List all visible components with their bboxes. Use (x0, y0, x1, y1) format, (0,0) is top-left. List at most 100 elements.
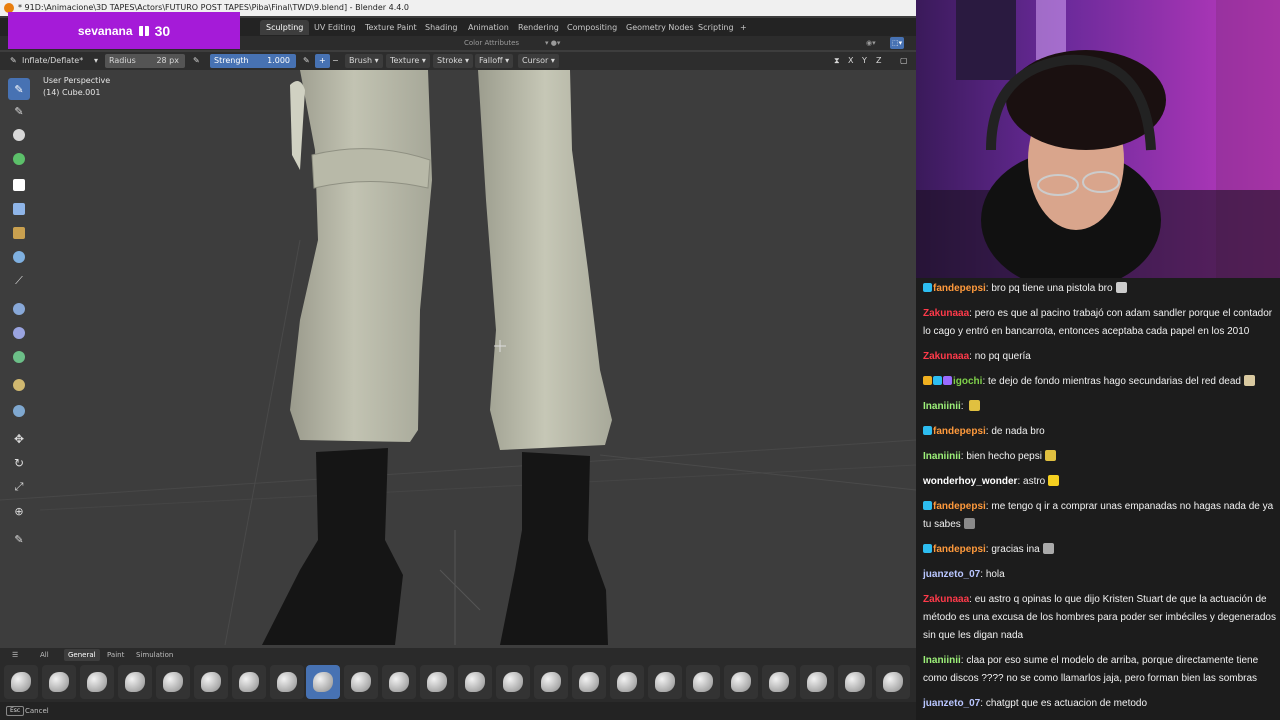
brush-dropdown-icon[interactable]: ▾ (90, 54, 102, 68)
mask-tool[interactable] (8, 174, 30, 196)
chat-username[interactable]: Inaniinii (923, 401, 961, 412)
brush-asset[interactable] (80, 665, 114, 699)
brush-asset[interactable] (762, 665, 796, 699)
chat-username[interactable]: fandepepsi (933, 426, 986, 437)
brush-asset[interactable] (572, 665, 606, 699)
symmetry-z-toggle[interactable]: Z (872, 54, 885, 68)
cursor-menu[interactable]: Cursor ▾ (518, 54, 559, 68)
mask-by-color-tool[interactable] (8, 400, 30, 422)
cloth-filter-tool[interactable] (8, 322, 30, 344)
asset-tab-general[interactable]: General (64, 649, 100, 661)
gizmo-toggle-icon[interactable]: ◉▾ (866, 37, 876, 49)
annotate-tool[interactable]: ✎ (8, 528, 30, 550)
texture-menu[interactable]: Texture ▾ (386, 54, 430, 68)
scale-tool[interactable]: ⤢ (8, 476, 30, 498)
chat-username[interactable]: juanzeto_07 (923, 698, 980, 709)
edit-face-set-icon (13, 379, 25, 391)
shading-dropdown-icon[interactable]: ▾ ●▾ (545, 37, 560, 49)
chat-username[interactable]: fandepepsi (933, 501, 986, 512)
inflate-brush-asset[interactable] (306, 665, 340, 699)
brush-asset[interactable] (420, 665, 454, 699)
brush-asset[interactable] (876, 665, 910, 699)
brush-asset[interactable] (724, 665, 758, 699)
chat-username[interactable]: wonderhoy_wonder (923, 476, 1017, 487)
asset-tab-all[interactable]: All (36, 649, 53, 661)
brush-asset[interactable] (42, 665, 76, 699)
radius-field[interactable]: Radius 28 px (105, 54, 185, 68)
draw-sharp-tool[interactable]: ✎ (8, 100, 30, 122)
chat-username[interactable]: fandepepsi (933, 544, 986, 555)
brush-asset[interactable] (686, 665, 720, 699)
chat-username[interactable]: igochi (953, 376, 982, 387)
brush-selector[interactable]: Inflate/Deflate* (18, 54, 87, 68)
options-icon[interactable]: ▢ (896, 54, 912, 68)
paint-tool[interactable] (8, 148, 30, 170)
tab-scripting[interactable]: Scripting (692, 20, 740, 35)
add-workspace-button[interactable]: + (734, 20, 753, 35)
stroke-menu[interactable]: Stroke ▾ (433, 54, 474, 68)
brush-asset[interactable] (610, 665, 644, 699)
direction-subtract-button[interactable]: − (328, 54, 343, 68)
strength-field[interactable]: Strength 1.000 (210, 54, 296, 68)
brush-asset[interactable] (382, 665, 416, 699)
tab-rendering[interactable]: Rendering (512, 20, 565, 35)
symmetry-y-toggle[interactable]: Y (858, 54, 871, 68)
transform-tool[interactable]: ⊕ (8, 500, 30, 522)
overlay-toggle-icon[interactable]: ⬚▾ (890, 37, 905, 49)
chat-username[interactable]: Zakunaaa (923, 351, 969, 362)
chat-username[interactable]: Zakunaaa (923, 308, 969, 319)
tab-uv-editing[interactable]: UV Editing (308, 20, 362, 35)
radius-pen-pressure-icon[interactable]: ✎ (189, 54, 204, 68)
chat-username[interactable]: Zakunaaa (923, 594, 969, 605)
perspective-label: User Perspective (43, 76, 111, 85)
chat-username[interactable]: Inaniinii (923, 655, 961, 666)
brush-asset[interactable] (118, 665, 152, 699)
viewport-scene (0, 70, 916, 645)
strength-pen-pressure-icon[interactable]: ✎ (299, 54, 314, 68)
brush-asset[interactable] (156, 665, 190, 699)
rotate-tool[interactable]: ↻ (8, 452, 30, 474)
brush-asset[interactable] (4, 665, 38, 699)
tab-geometry-nodes[interactable]: Geometry Nodes (620, 20, 699, 35)
clay-tool[interactable] (8, 124, 30, 146)
asset-tab-paint[interactable]: Paint (103, 649, 128, 661)
line-project-tool[interactable]: ⟋ (8, 270, 30, 292)
asset-shelf-menu-icon[interactable]: ☰ (8, 649, 22, 661)
face-set-tool[interactable] (8, 222, 30, 244)
tab-sculpting[interactable]: Sculpting (260, 20, 310, 35)
symmetry-x-toggle[interactable]: X (844, 54, 857, 68)
move-tool[interactable]: ✥ (8, 428, 30, 450)
brush-thumbnail-icon (427, 672, 447, 692)
brush-asset[interactable] (800, 665, 834, 699)
tab-compositing[interactable]: Compositing (561, 20, 623, 35)
brush-asset[interactable] (270, 665, 304, 699)
brush-asset[interactable] (344, 665, 378, 699)
mesh-filter-tool[interactable] (8, 298, 30, 320)
color-filter-tool[interactable] (8, 346, 30, 368)
tab-shading[interactable]: Shading (419, 20, 464, 35)
falloff-menu[interactable]: Falloff ▾ (475, 54, 514, 68)
brush-thumbnail-icon (49, 672, 69, 692)
asset-tab-simulation[interactable]: Simulation (132, 649, 177, 661)
color-attributes-dropdown[interactable]: Color Attributes (464, 37, 519, 49)
brush-asset[interactable] (194, 665, 228, 699)
chat-username[interactable]: juanzeto_07 (923, 569, 980, 580)
trim-tool[interactable] (8, 246, 30, 268)
brush-asset[interactable] (232, 665, 266, 699)
brush-asset[interactable] (838, 665, 872, 699)
draw-brush-tool[interactable]: ✎ (8, 78, 30, 100)
3d-viewport[interactable]: User Perspective (14) Cube.001 (0, 70, 916, 645)
tab-texture-paint[interactable]: Texture Paint (359, 20, 423, 35)
brush-menu[interactable]: Brush ▾ (345, 54, 383, 68)
filter-icon (13, 303, 25, 315)
brush-asset[interactable] (648, 665, 682, 699)
chat-username[interactable]: fandepepsi (933, 283, 986, 294)
chat-username[interactable]: Inaniinii (923, 451, 961, 462)
grid-line (0, 439, 916, 501)
brush-asset[interactable] (534, 665, 568, 699)
tab-animation[interactable]: Animation (462, 20, 515, 35)
edit-face-set-tool[interactable] (8, 374, 30, 396)
brush-asset[interactable] (496, 665, 530, 699)
brush-asset[interactable] (458, 665, 492, 699)
box-mask-tool[interactable] (8, 198, 30, 220)
